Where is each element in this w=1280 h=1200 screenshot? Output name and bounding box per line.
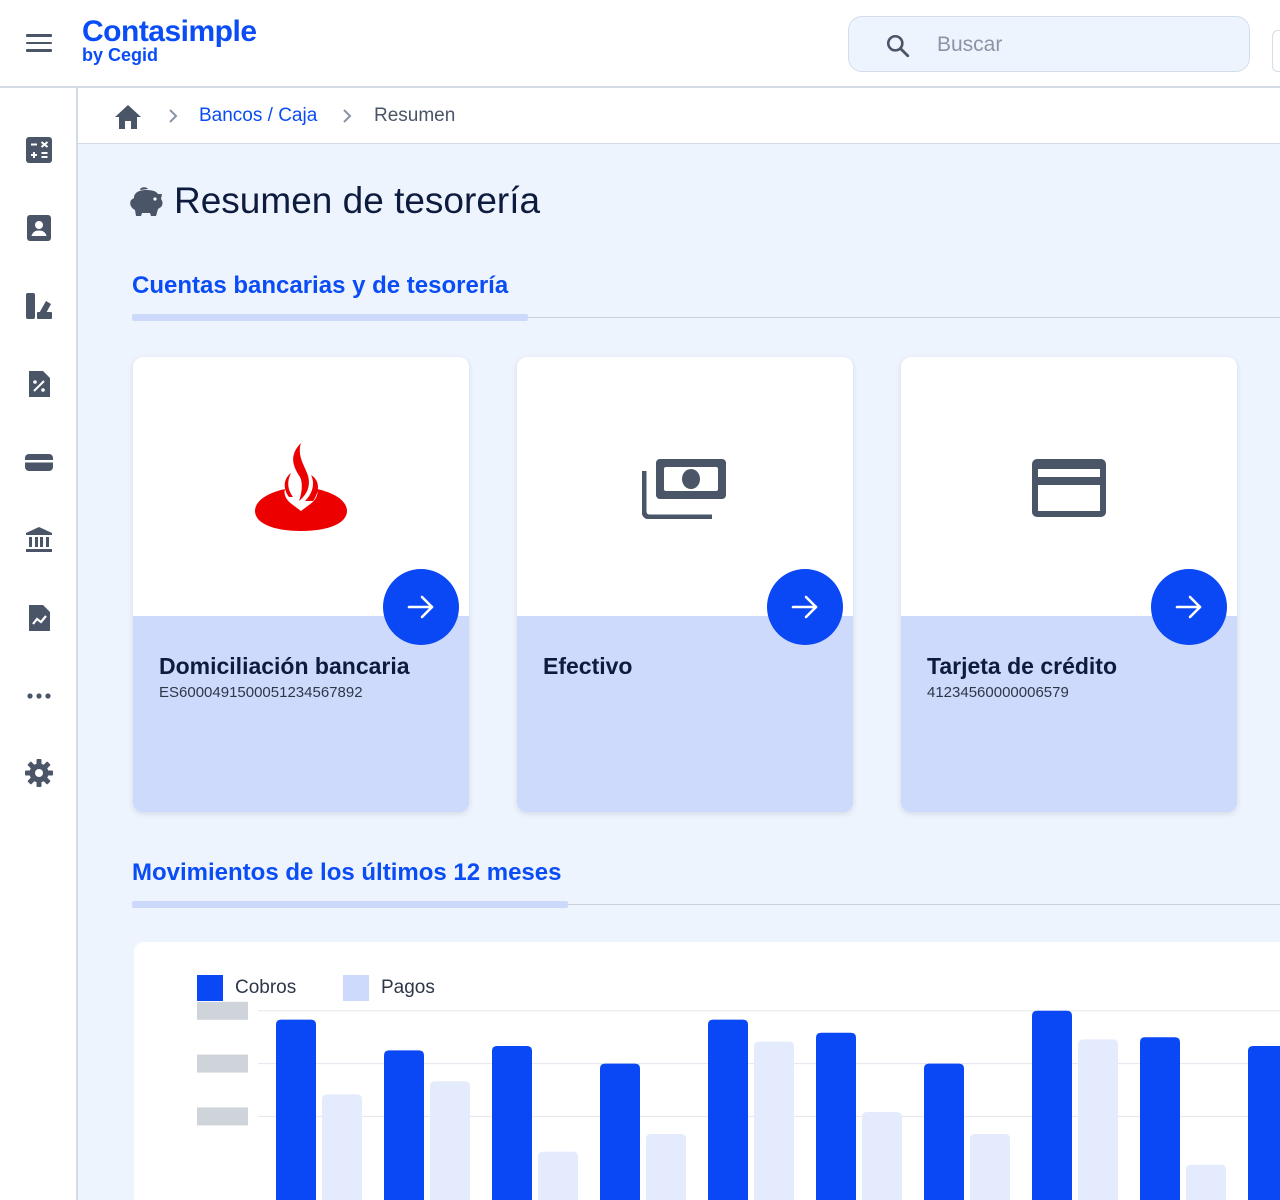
card-account-number: ES6000491500051234567892 <box>159 684 363 701</box>
user-menu-edge[interactable] <box>1272 30 1280 72</box>
bar-cobros-8[interactable] <box>1140 1037 1180 1200</box>
bar-cobros-1[interactable] <box>384 1050 424 1200</box>
piggy-bank-icon <box>130 187 163 216</box>
app-logo[interactable]: Contasimple by Cegid <box>82 15 257 65</box>
breadcrumb-current: Resumen <box>374 105 456 126</box>
more-icon[interactable] <box>24 681 54 711</box>
logo-sub-text: by Cegid <box>82 45 159 65</box>
arrow-right-icon <box>1175 595 1202 619</box>
bar-cobros-3[interactable] <box>600 1063 640 1200</box>
bar-cobros-7[interactable] <box>1032 1010 1072 1200</box>
settings-gear-icon[interactable] <box>24 758 54 788</box>
calculator-icon[interactable] <box>24 135 54 165</box>
arrow-right-icon <box>791 595 818 619</box>
bar-cobros-5[interactable] <box>816 1032 856 1200</box>
card-title: Tarjeta de crédito <box>927 653 1118 679</box>
arrow-right-icon <box>407 595 434 619</box>
movements-chart: Cobros Pagos <box>134 942 1280 1200</box>
credit-card-icon <box>1032 459 1106 517</box>
search-icon[interactable] <box>885 33 911 59</box>
wallet-icon[interactable] <box>24 447 54 477</box>
bar-cobros-4[interactable] <box>708 1019 748 1200</box>
search-input[interactable] <box>935 29 1229 61</box>
y-tick-label-placeholder <box>197 1107 248 1126</box>
card-open-button[interactable] <box>1151 569 1227 645</box>
bar-pagos-1[interactable] <box>430 1081 470 1200</box>
account-card-tarjeta[interactable]: Tarjeta de crédito 41234560000006579 <box>901 357 1237 812</box>
contact-card-icon[interactable] <box>24 213 54 243</box>
bar-pagos-5[interactable] <box>862 1112 902 1200</box>
card-open-button[interactable] <box>383 569 459 645</box>
chevron-right-icon <box>343 109 352 123</box>
report-chart-icon[interactable] <box>24 603 54 633</box>
bar-pagos-4[interactable] <box>754 1041 794 1200</box>
breadcrumb: Bancos / Caja Resumen <box>78 88 1280 144</box>
bar-cobros-0[interactable] <box>276 1019 316 1200</box>
cash-icon <box>642 459 726 519</box>
bar-pagos-6[interactable] <box>970 1134 1010 1200</box>
bank-icon[interactable] <box>24 525 54 555</box>
bar-chart-plot <box>197 1001 1280 1200</box>
y-tick-label-placeholder <box>197 1001 248 1020</box>
search-box[interactable] <box>848 16 1250 72</box>
card-title: Efectivo <box>543 653 633 679</box>
account-card-domiciliacion[interactable]: Domiciliación bancaria ES600049150005123… <box>133 357 469 812</box>
bar-cobros-2[interactable] <box>492 1046 532 1200</box>
y-tick-label-placeholder <box>197 1054 248 1073</box>
account-card-efectivo[interactable]: Efectivo <box>517 357 853 812</box>
products-icon[interactable] <box>24 291 54 321</box>
breadcrumb-link-bancos[interactable]: Bancos / Caja <box>199 105 317 127</box>
hamburger-menu-icon[interactable] <box>26 34 52 54</box>
chevron-right-icon <box>169 109 178 123</box>
bar-cobros-9[interactable] <box>1248 1046 1280 1200</box>
sidebar <box>0 88 78 1200</box>
bar-pagos-8[interactable] <box>1186 1164 1226 1200</box>
section-accent-bar <box>132 314 528 321</box>
card-account-number: 41234560000006579 <box>927 684 1069 701</box>
home-icon[interactable] <box>114 104 142 130</box>
section-title-accounts: Cuentas bancarias y de tesorería <box>132 272 509 299</box>
bar-pagos-3[interactable] <box>646 1134 686 1200</box>
tax-document-icon[interactable] <box>24 369 54 399</box>
santander-logo-icon <box>255 443 347 531</box>
bar-pagos-0[interactable] <box>322 1094 362 1200</box>
bar-pagos-7[interactable] <box>1078 1039 1118 1200</box>
top-bar: Contasimple by Cegid <box>0 0 1280 88</box>
card-open-button[interactable] <box>767 569 843 645</box>
logo-main-text: Contasimple <box>82 15 257 48</box>
card-title: Domiciliación bancaria <box>159 653 410 679</box>
bar-cobros-6[interactable] <box>924 1063 964 1200</box>
section-title-movements: Movimientos de los últimos 12 meses <box>132 859 562 886</box>
section-accent-bar <box>132 901 568 908</box>
page-title: Resumen de tesorería <box>174 180 541 221</box>
bar-pagos-2[interactable] <box>538 1151 578 1200</box>
